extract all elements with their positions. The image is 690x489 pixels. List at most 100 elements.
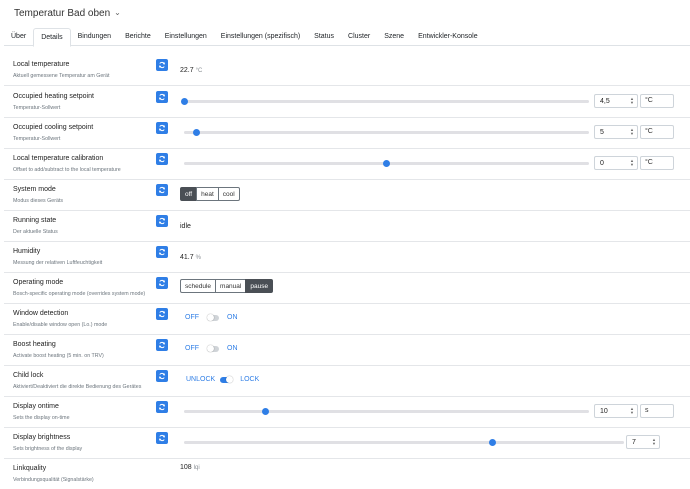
refresh-button[interactable] — [156, 184, 168, 196]
row-display-ontime: Display ontime Sets the display on-time … — [4, 396, 690, 428]
slider-handle[interactable] — [383, 159, 390, 167]
tab-details[interactable]: Details — [33, 28, 71, 47]
toggle-on-label[interactable]: ON — [227, 345, 238, 352]
row-description: Modus dieses Geräts — [13, 198, 64, 204]
display-ontime-slider[interactable] — [184, 407, 589, 415]
spinner-icon[interactable]: ▲ ▼ — [630, 97, 634, 105]
toggle-on-label[interactable]: LOCK — [240, 376, 259, 383]
row-label: Child lock — [13, 372, 44, 379]
cooling-setpoint-input[interactable]: 5 ▲ ▼ — [594, 125, 638, 139]
mode-schedule-button[interactable]: schedule — [180, 279, 217, 293]
device-title-dropdown[interactable]: Temperatur Bad oben ⌄ — [14, 6, 121, 20]
row-label: Display brightness — [13, 434, 71, 441]
spinner-icon[interactable]: ▲ ▼ — [630, 128, 634, 136]
toggle-switch[interactable] — [220, 376, 234, 383]
mode-manual-button[interactable]: manual — [215, 279, 247, 293]
operating-mode-buttons: schedule manual pause — [180, 279, 274, 293]
row-description: Aktuell gemessene Temperatur am Gerät — [13, 73, 110, 79]
refresh-button[interactable] — [156, 370, 168, 382]
row-description: Bosch-specific operating mode (overrides… — [13, 291, 146, 297]
slider-handle[interactable] — [192, 128, 200, 136]
mode-pause-button[interactable]: pause — [245, 279, 274, 293]
refresh-button[interactable] — [156, 308, 168, 320]
cooling-setpoint-slider[interactable] — [184, 128, 589, 136]
refresh-icon — [159, 341, 165, 349]
refresh-button[interactable] — [156, 122, 168, 134]
row-description: Temperatur-Sollwert — [13, 105, 61, 111]
row-occupied-cooling-setpoint: Occupied cooling setpoint Temperatur-Sol… — [4, 117, 690, 149]
slider-handle[interactable] — [261, 407, 269, 415]
refresh-button[interactable] — [156, 277, 168, 289]
row-description: Messung der relativen Luftfeuchtigkeit — [13, 260, 103, 266]
boost-heating-toggle[interactable]: OFF ON — [185, 345, 238, 352]
refresh-button[interactable] — [156, 153, 168, 165]
spinner-icon[interactable]: ▲ ▼ — [630, 407, 634, 415]
toggle-switch[interactable] — [207, 345, 219, 352]
row-description: Sets brightness of the display — [13, 446, 83, 452]
temperature-value: 22.7 °C — [180, 67, 203, 74]
refresh-button[interactable] — [156, 339, 168, 351]
calibration-slider[interactable] — [184, 159, 589, 167]
unit-label: s — [640, 404, 674, 418]
tab-bar: Über Details Bindungen Berichte Einstell… — [4, 28, 690, 47]
slider-handle[interactable] — [180, 97, 188, 105]
unit-label: °C — [640, 94, 674, 108]
tab-einstellungen-spezifisch[interactable]: Einstellungen (spezifisch) — [214, 28, 307, 45]
row-description: Offset to add/subtract to the local temp… — [13, 167, 121, 173]
toggle-switch[interactable] — [207, 314, 219, 321]
system-mode-buttons: off heat cool — [180, 187, 240, 201]
tab-status[interactable]: Status — [307, 28, 341, 45]
row-description: Enable/disable window open (Lo.) mode — [13, 322, 108, 328]
heating-setpoint-input[interactable]: 4,5 ▲ ▼ — [594, 94, 638, 108]
row-child-lock: Child lock Aktiviert/Deaktiviert die dir… — [4, 365, 690, 397]
row-occupied-heating-setpoint: Occupied heating setpoint Temperatur-Sol… — [4, 86, 690, 118]
refresh-button[interactable] — [156, 215, 168, 227]
row-label: Local temperature — [13, 61, 70, 68]
child-lock-toggle[interactable]: UNLOCK LOCK — [186, 376, 259, 383]
row-local-temperature: Local temperature Aktuell gemessene Temp… — [4, 54, 690, 86]
refresh-icon — [159, 155, 165, 163]
toggle-off-label[interactable]: OFF — [185, 345, 199, 352]
refresh-button[interactable] — [156, 401, 168, 413]
display-brightness-slider[interactable] — [184, 438, 624, 446]
heating-setpoint-slider[interactable] — [180, 97, 589, 105]
unit-label: °C — [640, 156, 674, 170]
spinner-icon[interactable]: ▲ ▼ — [652, 438, 656, 446]
mode-off-button[interactable]: off — [180, 187, 198, 201]
tab-bindungen[interactable]: Bindungen — [71, 28, 118, 45]
window-detection-toggle[interactable]: OFF ON — [185, 314, 238, 321]
display-ontime-input[interactable]: 10 ▲ ▼ — [594, 404, 638, 418]
row-linkquality: Linkquality Verbindungsqualität (Signals… — [4, 458, 690, 489]
refresh-icon — [159, 248, 165, 256]
tab-einstellungen[interactable]: Einstellungen — [158, 28, 214, 45]
tab-cluster[interactable]: Cluster — [341, 28, 377, 45]
tab-uber[interactable]: Über — [4, 28, 33, 45]
tab-szene[interactable]: Szene — [377, 28, 411, 45]
mode-heat-button[interactable]: heat — [196, 187, 219, 201]
tab-berichte[interactable]: Berichte — [118, 28, 158, 45]
calibration-input[interactable]: 0 ▲ ▼ — [594, 156, 638, 170]
refresh-button[interactable] — [156, 246, 168, 258]
row-label: Operating mode — [13, 279, 64, 286]
humidity-value: 41.7% — [180, 254, 201, 261]
row-description: Temperatur-Sollwert — [13, 136, 61, 142]
toggle-off-label[interactable]: UNLOCK — [186, 376, 215, 383]
mode-cool-button[interactable]: cool — [217, 187, 240, 201]
toggle-on-label[interactable]: ON — [227, 314, 238, 321]
refresh-icon — [159, 310, 165, 318]
refresh-icon — [159, 186, 165, 194]
display-brightness-input[interactable]: 7 ▲ ▼ — [626, 435, 660, 449]
refresh-icon — [159, 434, 165, 442]
row-label: Linkquality — [13, 465, 47, 472]
row-window-detection: Window detection Enable/disable window o… — [4, 303, 690, 335]
refresh-icon — [159, 403, 165, 411]
row-description: Activate boost heating (5 min. on TRV) — [13, 353, 104, 359]
refresh-button[interactable] — [156, 91, 168, 103]
refresh-button[interactable] — [156, 432, 168, 444]
spinner-icon[interactable]: ▲ ▼ — [630, 159, 634, 167]
slider-handle[interactable] — [488, 438, 496, 446]
toggle-off-label[interactable]: OFF — [185, 314, 199, 321]
row-label: Boost heating — [13, 341, 56, 348]
refresh-button[interactable] — [156, 59, 168, 71]
tab-entwickler-konsole[interactable]: Entwickler-Konsole — [411, 28, 485, 45]
